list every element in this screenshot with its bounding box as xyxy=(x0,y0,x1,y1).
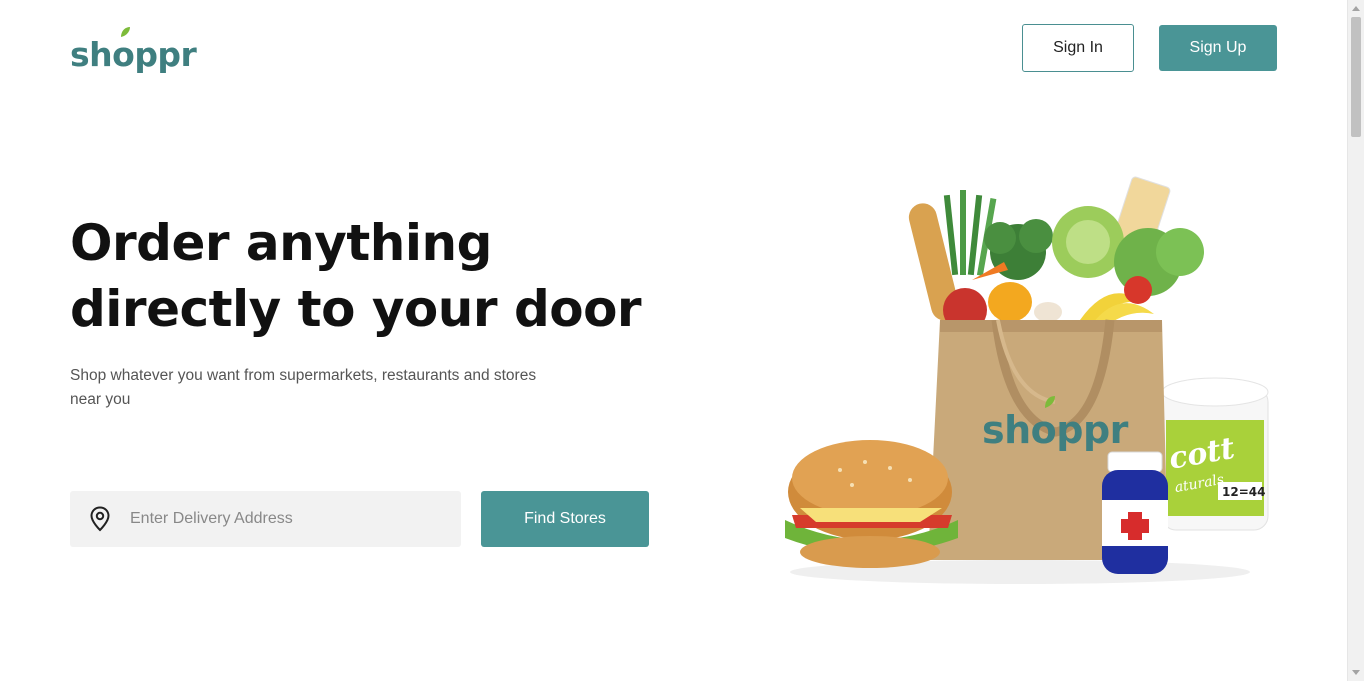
paper-towel-pack: cott aturals 12=44 xyxy=(1161,377,1269,531)
sign-up-label: Sign Up xyxy=(1189,39,1247,56)
svg-text:12=44: 12=44 xyxy=(1222,485,1265,499)
logo-text-o: o xyxy=(112,35,135,74)
medicine-bottle xyxy=(1102,451,1168,574)
grocery-bag-image: cott aturals 12=44 xyxy=(785,176,1269,584)
burger xyxy=(785,440,958,568)
find-stores-label: Find Stores xyxy=(524,510,606,527)
sign-in-button[interactable]: Sign In xyxy=(1022,24,1134,72)
hero-headline: Order anything directly to your door xyxy=(70,210,690,342)
bag-brand-logo: shoppr xyxy=(982,408,1128,452)
logo-o-wrap: o xyxy=(112,27,135,74)
scroll-down-arrow-icon[interactable] xyxy=(1352,670,1360,675)
logo-text-end: ppr xyxy=(134,35,197,74)
headline-line-1: Order anything xyxy=(70,214,492,272)
scroll-up-arrow-icon[interactable] xyxy=(1352,6,1360,11)
hero-subtext: Shop whatever you want from supermarkets… xyxy=(70,367,537,408)
headline-line-2: directly to your door xyxy=(70,280,642,338)
hero-grocery-illustration: cott aturals 12=44 shoppr xyxy=(770,170,1280,590)
produce xyxy=(908,176,1204,332)
sign-up-button[interactable]: Sign Up xyxy=(1159,25,1277,71)
delivery-address-input[interactable] xyxy=(130,510,430,528)
find-stores-button[interactable]: Find Stores xyxy=(481,491,649,547)
page-scrollbar[interactable] xyxy=(1347,0,1364,681)
delivery-address-field[interactable] xyxy=(70,491,461,547)
shoppr-logo[interactable]: sh o ppr xyxy=(70,25,197,74)
landing-page: sh o ppr Sign In Sign Up Order anything … xyxy=(0,0,1364,681)
sign-in-label: Sign In xyxy=(1053,39,1103,56)
leaf-icon xyxy=(121,27,131,37)
logo-text-start: sh xyxy=(70,35,113,74)
map-pin-icon xyxy=(90,506,110,532)
scrollbar-thumb[interactable] xyxy=(1351,17,1361,137)
